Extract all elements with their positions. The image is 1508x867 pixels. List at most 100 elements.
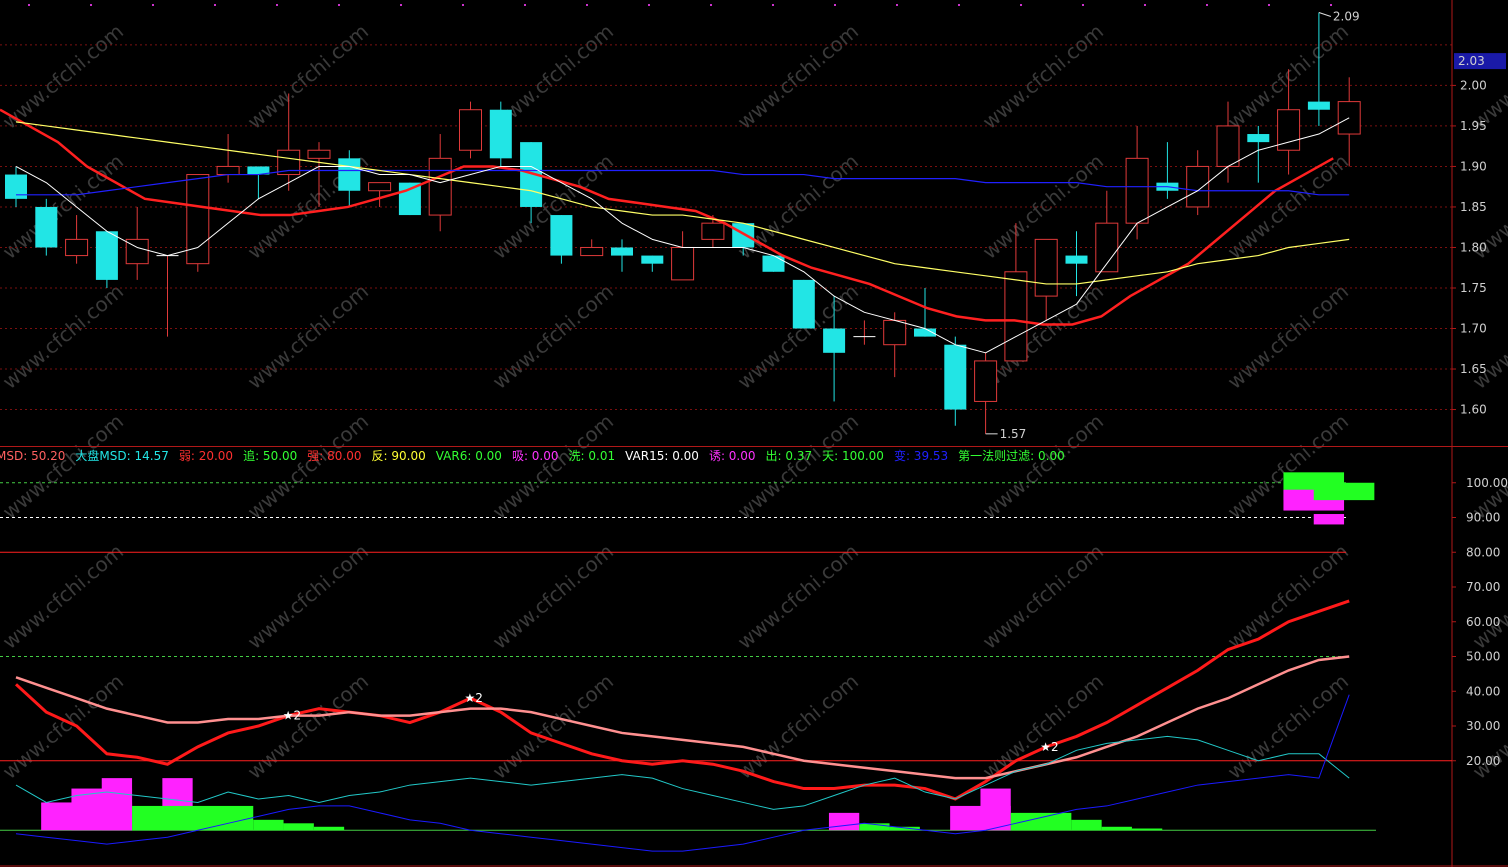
watermark-text: www.cfchi.com — [1223, 539, 1353, 654]
top-dot — [1206, 4, 1208, 6]
top-dot — [648, 4, 650, 6]
indicator-bar — [313, 826, 345, 831]
candle-body — [944, 344, 967, 410]
candle-body — [1034, 238, 1058, 297]
top-dot — [1082, 4, 1084, 6]
watermark-text: www.cfchi.com — [243, 409, 373, 524]
candle-body — [701, 222, 725, 240]
indicator-series-line — [15, 735, 1350, 810]
top-dot — [1020, 4, 1022, 6]
indicator-bar — [132, 805, 254, 831]
top-dot — [958, 4, 960, 6]
star-marker: ★2 — [1040, 740, 1058, 754]
stock-chart: www.cfchi.com www.cfchi.com www.cfchi.com w… — [0, 0, 1508, 867]
price-panel: 2.09 1.57 — [0, 9, 1361, 441]
indicator-bar — [1101, 826, 1132, 831]
legend-entry: 诱: 0.00 — [709, 449, 756, 463]
indicator-bar — [101, 778, 133, 831]
current-price-label: 2.03 — [1458, 54, 1485, 68]
watermark-text: www.cfchi.com — [1223, 669, 1353, 784]
indicator-bar — [889, 826, 920, 831]
watermark-text: www.cfchi.com — [243, 669, 373, 784]
legend-entry: 反: 90.00 — [372, 449, 426, 463]
indicator-tick-label: 20.00 — [1466, 754, 1500, 768]
legend-entry: VAR15: 0.00 — [625, 449, 699, 463]
indicator-bar — [1010, 812, 1072, 831]
candle-body — [550, 215, 573, 256]
watermark-text: www.cfchi.com — [733, 19, 863, 134]
watermark-text: www.cfchi.com — [1468, 409, 1508, 524]
indicator-panel: ★2 ★2 ★2 — [0, 472, 1452, 852]
indicator-bar — [253, 819, 284, 831]
watermark-text: www.cfchi.com — [978, 539, 1108, 654]
candle-body — [671, 246, 695, 281]
indicator-legend: MSD: 50.20 大盘MSD: 14.57 弱: 20.00 追: 50.00 强:… — [0, 448, 1065, 463]
star-marker: ★2 — [465, 691, 483, 705]
indicator-tick-label: 50.00 — [1466, 650, 1500, 664]
legend-entry: 洗: 0.01 — [569, 449, 616, 463]
low-marker-label: 1.57 — [1000, 427, 1027, 441]
indicator-tick-label: 40.00 — [1466, 684, 1500, 698]
price-axis: 2.00 1.95 1.90 1.85 1.80 1.75 1.70 1.65 1.60 2.03… — [1452, 53, 1508, 768]
candle-body — [459, 109, 482, 151]
indicator-tick-label: 70.00 — [1466, 580, 1500, 594]
watermark-text: www.cfchi.com — [0, 19, 128, 134]
indicator-bar — [283, 823, 314, 831]
top-dot — [524, 4, 526, 6]
legend-entry: VAR6: 0.00 — [436, 449, 502, 463]
price-tick-label: 2.00 — [1460, 78, 1487, 92]
legend-entry: 强: 80.00 — [307, 449, 361, 463]
candle-body — [1186, 165, 1210, 208]
candle-body — [762, 255, 785, 272]
price-tick-label: 1.85 — [1460, 200, 1487, 214]
watermark-text: www.cfchi.com — [733, 539, 863, 654]
top-dot — [28, 4, 30, 6]
top-dot — [1144, 4, 1146, 6]
legend-entry: 大盘MSD: 14.57 — [75, 448, 168, 463]
top-dot — [710, 4, 712, 6]
indicator-tick-label: 80.00 — [1466, 545, 1500, 559]
candle-body — [1065, 255, 1088, 264]
candle-body — [1247, 134, 1270, 143]
legend-entry: 追: 50.00 — [243, 448, 297, 463]
price-tick-label: 1.65 — [1460, 362, 1487, 376]
watermark-text: www.cfchi.com — [243, 19, 373, 134]
top-dot — [90, 4, 92, 6]
legend-entry: 吸: 0.00 — [512, 449, 559, 463]
candle-body — [823, 328, 846, 353]
indicator-tick-label: 60.00 — [1466, 615, 1500, 629]
indicator-bar — [980, 788, 1011, 831]
candle-body — [35, 206, 58, 248]
watermark-text: www.cfchi.com — [1468, 19, 1508, 134]
price-tick-label: 1.75 — [1460, 281, 1487, 295]
candle-body — [216, 165, 240, 176]
candle-body — [1307, 101, 1330, 110]
price-tick-label: 1.80 — [1460, 240, 1487, 254]
indicator-bar — [1131, 828, 1163, 831]
top-dot — [1330, 4, 1332, 6]
watermark-text: www.cfchi.com — [243, 539, 373, 654]
top-dot — [896, 4, 898, 6]
high-marker-label: 2.09 — [1333, 9, 1360, 23]
top-dot — [214, 4, 216, 6]
candle-body — [580, 246, 604, 257]
watermark-text: www.cfchi.com — [0, 409, 128, 524]
watermark-text: www.cfchi.com — [488, 279, 618, 394]
star-marker: ★2 — [283, 709, 301, 723]
top-dot — [400, 4, 402, 6]
candle-body — [307, 149, 331, 159]
legend-entry: MSD: 50.20 — [0, 449, 65, 463]
watermark-text: www.cfchi.com — [0, 279, 128, 394]
indicator-bar — [828, 812, 860, 831]
price-tick-label: 1.90 — [1460, 159, 1487, 173]
candle-body — [1004, 271, 1028, 362]
candle-body — [338, 158, 361, 191]
top-dot — [586, 4, 588, 6]
top-dot — [834, 4, 836, 6]
watermark-text: www.cfchi.com — [488, 539, 618, 654]
price-tick-label: 1.95 — [1460, 119, 1487, 133]
watermark-text: www.cfchi.com — [978, 19, 1108, 134]
watermark-text: www.cfchi.com — [243, 279, 373, 394]
top-dot — [152, 4, 154, 6]
candle-body — [974, 360, 998, 402]
